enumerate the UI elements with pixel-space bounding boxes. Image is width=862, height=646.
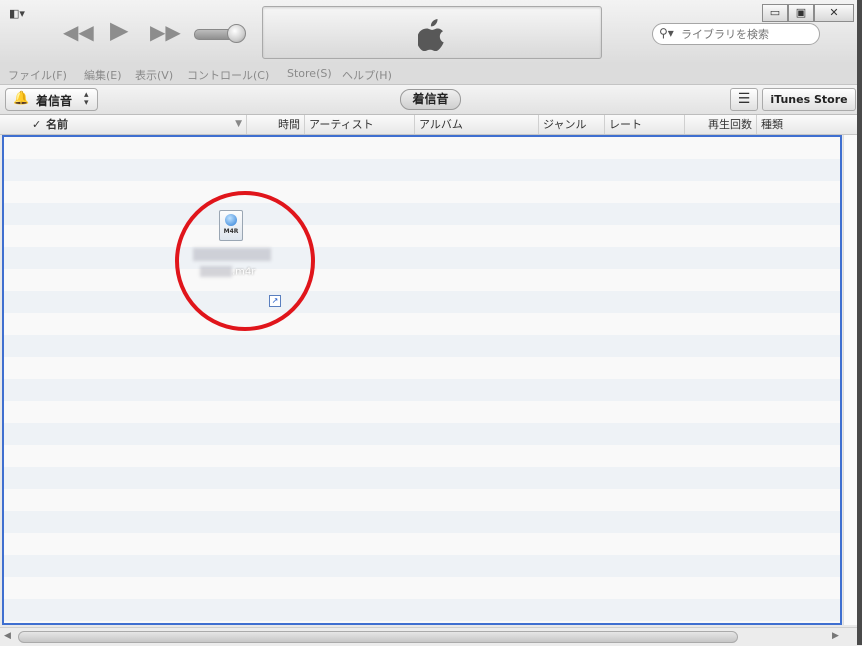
menu-file[interactable]: ファイル(F) <box>8 67 67 83</box>
column-header: ✓ 名前 ▼ 時間 アーティスト アルバム ジャンル レート 再生回数 種類 <box>0 115 857 135</box>
media-kind-select[interactable]: 🔔 着信音 ▴ ▾ <box>5 88 98 111</box>
apple-logo-icon <box>418 19 444 51</box>
column-album[interactable]: アルバム <box>414 115 538 134</box>
search-box[interactable]: ⚲▾ <box>652 23 820 45</box>
updown-arrow-icon: ▴ ▾ <box>84 90 89 108</box>
menu-edit[interactable]: 編集(E) <box>84 67 122 83</box>
column-time[interactable]: 時間 <box>246 115 304 134</box>
itunes-store-button[interactable]: iTunes Store <box>762 88 856 111</box>
column-name-label: 名前 <box>46 118 68 131</box>
menu-help[interactable]: ヘルプ(H) <box>342 67 392 83</box>
horizontal-scrollbar[interactable]: ◀ ▶ <box>0 627 857 646</box>
column-play-count[interactable]: 再生回数 <box>684 115 756 134</box>
column-artist[interactable]: アーティスト <box>304 115 414 134</box>
toolbar: ◧▾ ◀◀ ▶ ▶▶ ▭ ▣ ✕ ⚲▾ <box>0 0 862 65</box>
sort-arrow-icon: ▼ <box>235 119 242 129</box>
volume-knob[interactable] <box>227 24 246 43</box>
scroll-thumb[interactable] <box>18 631 738 643</box>
scroll-right-icon[interactable]: ▶ <box>832 631 839 641</box>
track-list-gutter <box>843 135 858 625</box>
window-edge <box>857 0 862 645</box>
column-kind[interactable]: 種類 <box>756 115 857 134</box>
fast-forward-icon[interactable]: ▶▶ <box>150 22 181 42</box>
menu-view[interactable]: 表示(V) <box>135 67 173 83</box>
column-name[interactable]: 名前 ▼ <box>42 115 246 134</box>
media-kind-label: 着信音 <box>36 94 73 108</box>
ringtones-pill-button[interactable]: 着信音 <box>400 89 461 110</box>
now-playing-display <box>262 6 602 59</box>
play-icon[interactable]: ▶ <box>110 18 128 42</box>
column-genre[interactable]: ジャンル <box>538 115 604 134</box>
bell-icon: 🔔 <box>13 91 30 106</box>
minimize-button[interactable]: ▭ <box>762 4 788 22</box>
library-bar: 🔔 着信音 ▴ ▾ 着信音 ☰ iTunes Store <box>0 85 862 115</box>
highlight-circle <box>175 191 315 331</box>
sidebar-toggle-icon[interactable]: ◧▾ <box>9 7 25 20</box>
menu-bar: ファイル(F) 編集(E) 表示(V) コントロール(C) Store(S) ヘ… <box>0 64 862 85</box>
scroll-left-icon[interactable]: ◀ <box>4 631 11 641</box>
menu-store[interactable]: Store(S) <box>287 67 332 80</box>
column-rating[interactable]: レート <box>604 115 684 134</box>
menu-controls[interactable]: コントロール(C) <box>187 67 269 83</box>
search-icon: ⚲▾ <box>659 26 674 40</box>
list-view-icon[interactable]: ☰ <box>730 88 758 111</box>
rewind-icon[interactable]: ◀◀ <box>63 22 94 42</box>
search-input[interactable] <box>679 25 815 43</box>
restore-button[interactable]: ▣ <box>788 4 814 22</box>
close-button[interactable]: ✕ <box>814 4 854 22</box>
track-list[interactable] <box>2 135 842 625</box>
